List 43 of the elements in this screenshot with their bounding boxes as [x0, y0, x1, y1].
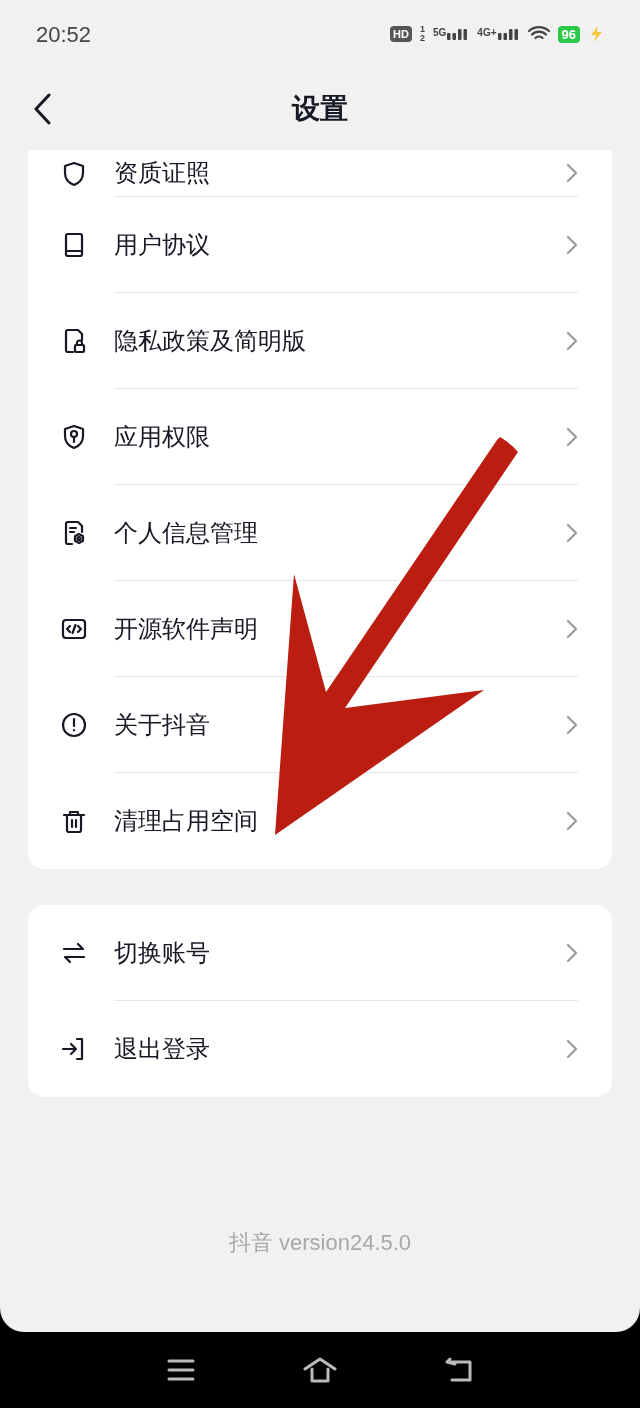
chevron-right-icon [566, 163, 578, 183]
row-label: 开源软件声明 [114, 613, 258, 644]
row-label: 个人信息管理 [114, 517, 258, 548]
sim-number: 2 [420, 34, 425, 43]
back-nav-button[interactable] [444, 1357, 475, 1383]
status-time: 20:52 [36, 20, 92, 49]
hd-badge: HD [390, 26, 412, 42]
settings-row[interactable]: 用户协议 [28, 197, 612, 293]
chevron-right-icon [566, 1039, 578, 1059]
wifi-icon [527, 26, 550, 42]
menu-button[interactable] [165, 1358, 196, 1382]
settings-row[interactable]: 隐私政策及简明版 [28, 293, 612, 389]
battery-level: 96 [557, 25, 580, 43]
row-label: 应用权限 [114, 421, 210, 452]
chevron-right-icon [566, 522, 578, 543]
row-label: 关于抖音 [114, 709, 210, 740]
chevron-right-icon [566, 714, 578, 735]
home-button[interactable] [303, 1357, 337, 1383]
signal-icon [447, 28, 470, 40]
settings-row[interactable]: 清理占用空间 [28, 773, 612, 869]
settings-row[interactable]: 切换账号 [28, 905, 612, 1001]
chevron-right-icon [566, 942, 578, 963]
row-label: 资质证照 [114, 158, 210, 188]
row-label: 退出登录 [114, 1034, 210, 1064]
chevron-right-icon [566, 234, 578, 255]
alert-icon [60, 711, 88, 739]
settings-row[interactable]: 退出登录 [28, 1001, 612, 1097]
page-title: 设置 [292, 92, 348, 126]
network-type: 5G [433, 28, 447, 38]
charging-icon [588, 25, 604, 43]
chevron-right-icon [566, 330, 578, 351]
row-label: 清理占用空间 [114, 806, 258, 836]
row-label: 隐私政策及简明版 [114, 325, 306, 356]
sim-number: 1 [420, 25, 425, 34]
row-label: 用户协议 [114, 229, 210, 260]
chevron-right-icon [566, 426, 578, 447]
row-label: 切换账号 [114, 937, 210, 968]
network-type: 4G+ [477, 28, 497, 38]
chevron-right-icon [566, 618, 578, 639]
chevron-right-icon [566, 811, 578, 831]
settings-row[interactable]: 资质证照 [28, 150, 612, 197]
signal-icon [497, 28, 520, 40]
version-text: 抖音 version24.5.0 [228, 1229, 412, 1257]
